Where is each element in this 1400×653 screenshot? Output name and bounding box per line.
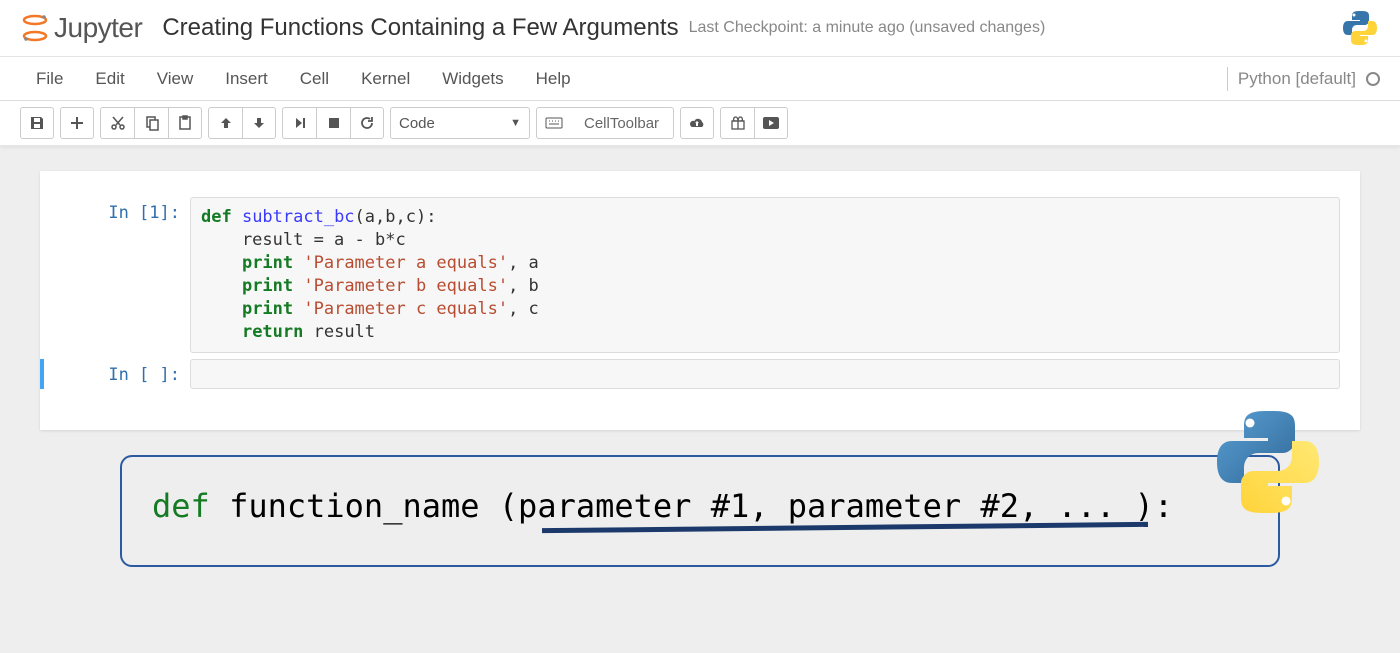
upload-button[interactable] [680,107,714,139]
add-cell-button[interactable] [60,107,94,139]
jupyter-icon [20,13,50,43]
syntax-annotation: def function_name (parameter #1, paramet… [120,455,1280,567]
paste-button[interactable] [168,107,202,139]
paste-icon [177,115,193,131]
arrow-up-icon [219,116,233,130]
code-cell[interactable]: In [1]: def subtract_bc(a,b,c): result =… [40,197,1360,353]
kernel-name[interactable]: Python [default] [1238,69,1356,89]
menu-help[interactable]: Help [520,63,587,95]
menu-view[interactable]: View [141,63,210,95]
stop-button[interactable] [316,107,350,139]
cell-type-select[interactable]: Code ▼ [390,107,530,139]
restart-button[interactable] [350,107,384,139]
step-forward-icon [293,116,307,130]
arrow-down-icon [252,116,266,130]
scissors-icon [110,115,126,131]
python-logo [1208,402,1328,522]
jupyter-logo[interactable]: Jupyter [20,12,142,44]
menu-insert[interactable]: Insert [209,63,284,95]
stop-icon [328,117,340,129]
cell-input[interactable]: def subtract_bc(a,b,c): result = a - b*c… [190,197,1340,353]
play-icon [762,116,780,130]
header: Jupyter Creating Functions Containing a … [0,0,1400,57]
input-prompt: In [1]: [60,197,190,353]
cell-type-value: Code [399,115,435,132]
code-cell[interactable]: In [ ]: [40,359,1360,389]
copy-icon [144,115,160,131]
command-palette-button[interactable] [536,107,570,139]
plus-icon [70,116,84,130]
menu-cell[interactable]: Cell [284,63,345,95]
menu-edit[interactable]: Edit [79,63,140,95]
video-button[interactable] [754,107,788,139]
gift-button[interactable] [720,107,754,139]
move-down-button[interactable] [242,107,276,139]
save-icon [29,115,45,131]
gift-icon [730,115,746,131]
kernel-indicator: Python [default] [1215,67,1380,91]
menu-file[interactable]: File [20,63,79,95]
celltoolbar-label[interactable]: CellToolbar [570,107,674,139]
menubar: FileEditViewInsertCellKernelWidgetsHelp … [0,57,1400,101]
syntax-text: function_name (parameter #1, parameter #… [210,487,1173,525]
cloud-upload-icon [688,116,706,130]
brand-text: Jupyter [54,12,142,44]
menu-kernel[interactable]: Kernel [345,63,426,95]
kernel-idle-icon [1366,72,1380,86]
cut-button[interactable] [100,107,134,139]
checkpoint-text: Last Checkpoint: a minute ago (unsaved c… [689,19,1046,37]
input-prompt: In [ ]: [60,359,190,389]
notebook-container: In [1]: def subtract_bc(a,b,c): result =… [40,171,1360,430]
copy-button[interactable] [134,107,168,139]
keyboard-icon [545,117,563,129]
cell-input[interactable] [190,359,1340,389]
menu-widgets[interactable]: Widgets [426,63,519,95]
run-button[interactable] [282,107,316,139]
toolbar: Code ▼ CellToolbar [0,101,1400,146]
notebook-title[interactable]: Creating Functions Containing a Few Argu… [162,14,678,42]
chevron-down-icon: ▼ [510,117,521,129]
refresh-icon [359,115,375,131]
def-keyword: def [152,487,210,525]
save-button[interactable] [20,107,54,139]
python-logo [1340,8,1380,48]
move-up-button[interactable] [208,107,242,139]
